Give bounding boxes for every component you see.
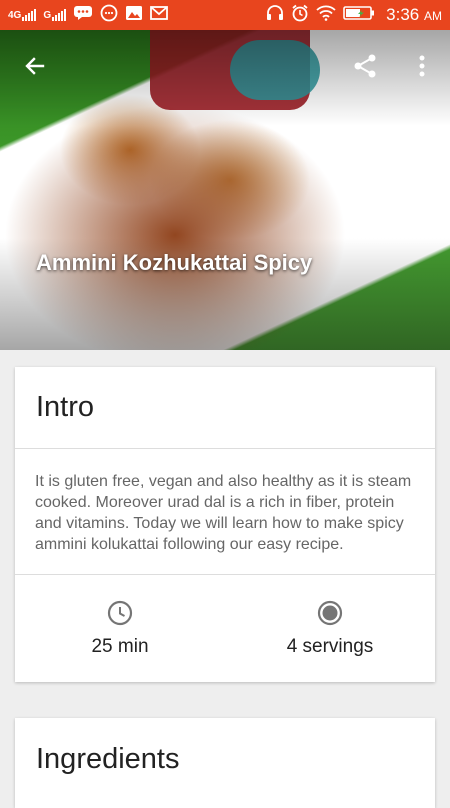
status-time: 3:36 AM	[386, 5, 442, 25]
more-options-button[interactable]	[404, 48, 440, 84]
more-vert-icon	[419, 55, 425, 77]
signal-g-icon: G	[43, 9, 67, 21]
servings-icon	[317, 600, 343, 626]
ingredients-card: Ingredients	[15, 718, 435, 808]
headset-icon	[266, 4, 284, 26]
ingredients-heading: Ingredients	[36, 743, 180, 775]
servings: 4 servings	[225, 575, 435, 682]
servings-label: 4 servings	[286, 636, 374, 657]
signal-4g-icon: 4G	[8, 9, 37, 21]
wifi-icon	[316, 5, 336, 26]
time-ampm: AM	[424, 9, 442, 23]
clock-icon	[107, 600, 133, 626]
share-button[interactable]	[347, 48, 383, 84]
network-type-label-2: G	[43, 10, 52, 21]
message-notification-icon	[100, 4, 118, 27]
network-type-label: 4G	[8, 10, 22, 21]
alarm-icon	[291, 4, 309, 27]
chat-notification-icon	[73, 5, 93, 26]
battery-icon	[343, 5, 375, 26]
mail-notification-icon	[150, 5, 169, 25]
recipe-meta-row: 25 min 4 servings	[15, 575, 435, 682]
status-bar: 4G G 3:36 AM	[0, 0, 450, 30]
cook-time: 25 min	[15, 575, 225, 682]
arrow-back-icon	[25, 57, 45, 75]
time-value: 3:36	[386, 5, 420, 24]
intro-card: Intro It is gluten free, vegan and also …	[15, 367, 435, 682]
intro-heading: Intro	[36, 391, 95, 423]
recipe-title: Ammini Kozhukattai Spicy	[36, 250, 313, 275]
image-notification-icon	[125, 5, 143, 26]
share-icon	[354, 54, 376, 78]
recipe-hero-image: Ammini Kozhukattai Spicy	[0, 30, 450, 350]
back-button[interactable]	[17, 48, 53, 84]
cook-time-label: 25 min	[91, 636, 149, 657]
intro-description: It is gluten free, vegan and also health…	[35, 473, 412, 553]
